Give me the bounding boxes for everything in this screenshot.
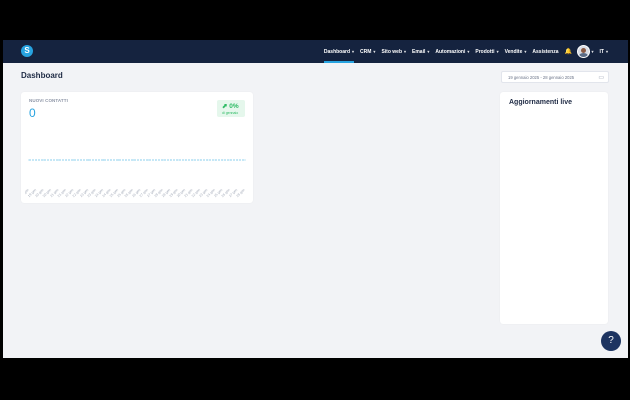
nav-item-email[interactable]: Email ▾ <box>412 40 429 63</box>
nav-item-automazioni[interactable]: Automazioni ▾ <box>435 40 469 63</box>
nav-item-label: Dashboard <box>323 48 351 55</box>
data-point[interactable] <box>169 159 172 161</box>
data-point[interactable] <box>147 159 149 161</box>
nav-item-crm[interactable]: CRM ▾ <box>360 40 375 63</box>
card-label: NUOVI CONTATTI <box>29 98 68 103</box>
card-value: 0 <box>29 106 36 120</box>
nav-item-label: Email <box>412 48 426 55</box>
data-point[interactable] <box>140 159 142 161</box>
data-point[interactable] <box>199 159 201 161</box>
data-point[interactable] <box>73 159 75 161</box>
data-point[interactable] <box>28 159 30 161</box>
data-point[interactable] <box>95 159 97 161</box>
delta-badge: ⬈ 0% di gennaio <box>217 100 245 117</box>
nav-item-assistenza[interactable]: Assistenza <box>532 40 558 63</box>
chevron-down-icon: ▾ <box>467 49 470 54</box>
chevron-down-icon: ▾ <box>352 49 355 54</box>
nav-item-label: Sito web <box>381 48 402 55</box>
bell-icon[interactable]: 🔔 <box>565 49 572 55</box>
data-point[interactable] <box>132 159 134 161</box>
data-point[interactable] <box>125 159 127 161</box>
date-range-picker[interactable]: 19 gennaio 2025 - 28 gennaio 2025 ▭ <box>501 71 609 83</box>
chevron-down-icon: ▾ <box>591 49 594 54</box>
data-point[interactable] <box>229 159 231 161</box>
data-point[interactable] <box>155 159 157 161</box>
nav-item-vendite[interactable]: Vendite ▾ <box>505 40 527 63</box>
main-nav: Dashboard ▾ CRM ▾ Sito web ▾ Email ▾ Automaz… <box>323 40 608 63</box>
data-point[interactable] <box>35 159 38 161</box>
data-point[interactable] <box>110 159 112 161</box>
top-navigation-bar: S Dashboard ▾ CRM ▾ Sito web ▾ Email ▾ Autom… <box>3 40 628 63</box>
data-point[interactable] <box>222 159 224 161</box>
chevron-down-icon: ▾ <box>496 49 499 54</box>
x-tick-label: 28 gen <box>236 188 246 198</box>
app-window: S Dashboard ▾ CRM ▾ Sito web ▾ Email ▾ Autom… <box>3 40 628 358</box>
delta-subtitle: di gennaio <box>222 111 239 115</box>
chevron-down-icon: ▾ <box>524 49 527 54</box>
language-selector[interactable]: IT ▾ <box>600 40 608 63</box>
live-updates-card: Aggiornamenti live <box>500 92 608 324</box>
delta-value: ⬈ 0% <box>222 103 239 110</box>
nav-item-label: CRM <box>360 48 372 55</box>
language-label: IT <box>599 48 604 55</box>
help-button[interactable]: ? <box>601 331 621 351</box>
data-point[interactable] <box>102 159 105 161</box>
data-point[interactable] <box>184 159 187 161</box>
help-icon: ? <box>608 335 614 346</box>
data-point[interactable] <box>50 159 52 161</box>
nav-item-label: Assistenza <box>532 48 559 55</box>
data-point[interactable] <box>192 159 194 161</box>
data-point[interactable] <box>214 159 216 161</box>
nav-item-label: Vendite <box>504 48 523 55</box>
data-point[interactable] <box>207 159 209 161</box>
contacts-line-chart: 19 gen19 gen20 gen20 gen21 gen21 gen22 g… <box>25 159 246 198</box>
data-point[interactable] <box>244 159 246 161</box>
chevron-down-icon: ▾ <box>605 49 608 54</box>
data-point[interactable] <box>80 159 82 161</box>
calendar-icon[interactable]: ▭ <box>598 72 604 84</box>
chevron-down-icon: ▾ <box>373 49 376 54</box>
nav-item-sito-web[interactable]: Sito web ▾ <box>381 40 406 63</box>
data-point[interactable] <box>58 159 60 161</box>
date-range-label: 19 gennaio 2025 - 28 gennaio 2025 <box>508 75 575 80</box>
avatar[interactable] <box>576 45 590 58</box>
nav-item-label: Automazioni <box>435 48 466 55</box>
nav-item-label: Prodotti <box>475 48 495 55</box>
nav-item-dashboard[interactable]: Dashboard ▾ <box>323 40 355 63</box>
data-point[interactable] <box>117 159 119 161</box>
page-title: Dashboard <box>21 71 63 80</box>
data-point[interactable] <box>236 159 239 161</box>
chevron-down-icon: ▾ <box>427 49 430 54</box>
data-point[interactable] <box>43 159 45 161</box>
app-logo-icon[interactable]: S <box>21 45 33 57</box>
data-point[interactable] <box>65 159 67 161</box>
nav-item-prodotti[interactable]: Prodotti ▾ <box>475 40 498 63</box>
user-menu[interactable]: ▾ <box>576 40 594 63</box>
data-point[interactable] <box>177 159 179 161</box>
chevron-down-icon: ▾ <box>404 49 407 54</box>
data-point[interactable] <box>87 159 90 161</box>
new-contacts-card: NUOVI CONTATTI 0 ⬈ 0% di gennaio 19 gen1… <box>21 92 253 203</box>
live-updates-title: Aggiornamenti live <box>509 99 573 106</box>
data-point[interactable] <box>162 159 164 161</box>
